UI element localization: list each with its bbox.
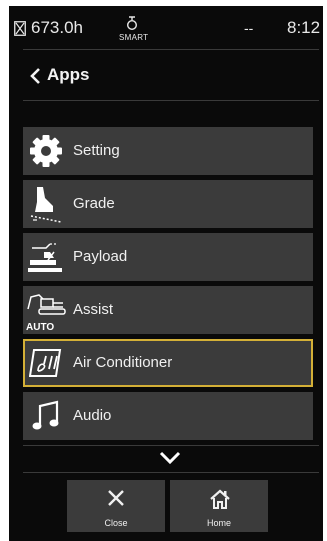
hourglass-icon [14,21,26,36]
app-item-setting[interactable]: Setting [23,127,313,175]
gear-icon [23,127,69,175]
status-divider [23,49,319,50]
app-item-grade[interactable]: Grade [23,180,313,228]
list-divider [23,445,319,446]
app-item-label: Payload [73,248,128,265]
app-item-label: Assist [73,301,114,318]
nav-divider [23,472,319,473]
app-item-label: Air Conditioner [73,354,173,371]
payload-icon [23,233,69,281]
close-button[interactable]: Close [67,480,165,532]
smart-mode-icon [127,16,137,30]
auto-badge: AUTO [26,322,55,333]
smart-label: SMART [119,33,149,42]
close-label: Close [104,518,128,528]
app-item-label: Grade [73,195,115,212]
app-item-assist[interactable]: AUTO Assist [23,286,313,334]
page-title: Apps [47,65,90,84]
header-divider [23,100,319,101]
clock: 8:12 [287,18,321,37]
music-note-icon [23,392,69,440]
grade-icon [23,180,69,228]
home-button[interactable]: Home [170,480,268,532]
app-item-label: Audio [73,407,112,424]
air-conditioner-icon [23,339,69,387]
app-item-label: Setting [73,142,120,159]
operating-hours: 673.0h [31,18,83,37]
app-item-payload[interactable]: Payload [23,233,313,281]
chevron-left-icon[interactable] [29,67,43,85]
app-item-audio[interactable]: Audio [23,392,313,440]
chevron-down-icon[interactable] [159,451,181,465]
device-screen: 673.0h SMART -- 8:12 Apps Setting Grade … [9,6,323,541]
page-header: Apps [9,58,323,102]
app-item-air-conditioner[interactable]: Air Conditioner [23,339,313,387]
status-bar: 673.0h SMART -- 8:12 [9,6,323,46]
signal-indicator: -- [244,20,254,36]
close-icon [108,490,124,506]
home-icon [210,489,230,509]
home-label: Home [206,518,231,528]
